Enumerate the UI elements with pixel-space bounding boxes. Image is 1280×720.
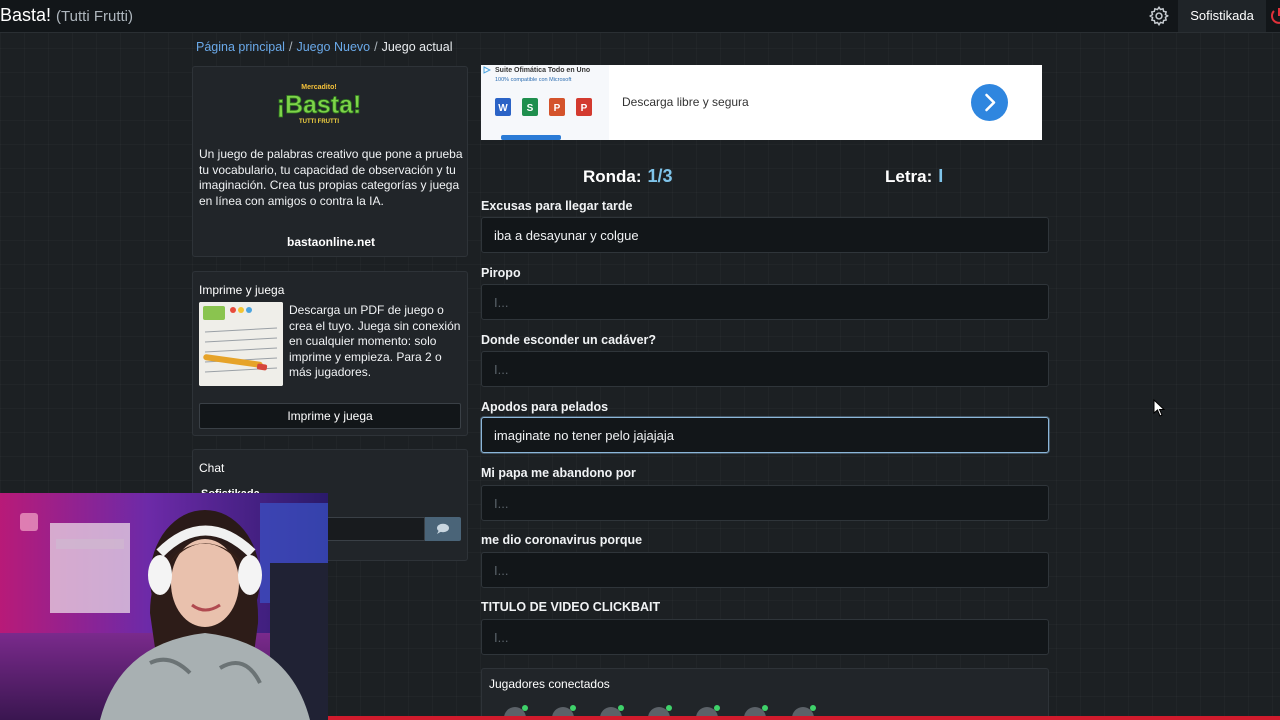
about-card: Mercadito! ¡Basta! TUTTI FRUTTI Un juego… xyxy=(192,66,468,257)
site-name[interactable]: bastaonline.net xyxy=(193,235,469,249)
stream-bottom-bar xyxy=(328,716,1280,720)
category-input-active[interactable] xyxy=(481,417,1049,453)
speech-bubble-icon xyxy=(437,523,449,534)
streamer-webcam-image xyxy=(0,493,328,720)
breadcrumb: Página principal / Juego Nuevo / Juego actua… xyxy=(196,40,452,54)
print-description: Descarga un PDF de juego o crea el tuyo.… xyxy=(289,303,461,380)
round-indicator: Ronda: 1/3 xyxy=(583,166,673,187)
top-navbar: Basta! (Tutti Frutti) Sofistikada xyxy=(0,0,1280,33)
svg-text:S: S xyxy=(527,103,534,114)
online-status-dot xyxy=(522,705,528,711)
category-input[interactable] xyxy=(481,552,1049,588)
letter-indicator: Letra: I xyxy=(885,166,943,187)
about-description: Un juego de palabras creativo que pone a… xyxy=(199,147,463,208)
online-status-dot xyxy=(810,705,816,711)
letter-label: Letra: xyxy=(885,167,933,186)
category-input[interactable] xyxy=(481,619,1049,655)
online-status-dot xyxy=(666,705,672,711)
players-title: Jugadores conectados xyxy=(489,677,610,691)
online-status-dot xyxy=(618,705,624,711)
category-input[interactable] xyxy=(481,217,1049,253)
category-input[interactable] xyxy=(481,284,1049,320)
field-label: Piropo xyxy=(481,266,521,280)
user-menu-button[interactable]: Sofistikada xyxy=(1178,0,1266,32)
category-input[interactable] xyxy=(481,485,1049,521)
svg-text:P: P xyxy=(581,103,588,114)
svg-text:W: W xyxy=(498,103,508,114)
logo-bottom-text: TUTTI FRUTTI xyxy=(299,119,339,125)
field-label: Donde esconder un cadáver? xyxy=(481,333,657,347)
power-icon[interactable] xyxy=(1268,6,1280,26)
ad-text: Descarga libre y segura xyxy=(622,95,749,109)
online-status-dot xyxy=(762,705,768,711)
ad-thumbnail: Suite Ofimática Todo en Uno 100% compati… xyxy=(481,65,609,140)
breadcrumb-home[interactable]: Página principal xyxy=(196,40,285,54)
field-label: TITULO DE VIDEO CLICKBAIT xyxy=(481,600,661,614)
print-card-title: Imprime y juega xyxy=(199,283,285,297)
svg-text:P: P xyxy=(554,103,561,114)
print-thumbnail[interactable] xyxy=(199,302,283,386)
online-status-dot xyxy=(570,705,576,711)
gear-icon[interactable] xyxy=(1148,5,1170,27)
office-apps-icons: W S P P xyxy=(495,98,592,140)
brand-subtitle: (Tutti Frutti) xyxy=(56,8,133,25)
print-and-play-button[interactable]: Imprime y juega xyxy=(199,403,461,429)
breadcrumb-separator: / xyxy=(288,40,293,54)
print-sheet-image xyxy=(199,302,283,386)
field-label: Excusas para llegar tarde xyxy=(481,199,633,213)
round-label: Ronda: xyxy=(583,167,642,186)
players-card: Jugadores conectados xyxy=(481,668,1049,720)
breadcrumb-current: Juego actual xyxy=(381,40,453,54)
print-card: Imprime y juega Descarga un PDF de juego… xyxy=(192,271,468,436)
field-label: me dio coronavirus porque xyxy=(481,533,643,547)
category-input[interactable] xyxy=(481,351,1049,387)
webcam-overlay xyxy=(0,493,328,720)
chevron-right-icon[interactable] xyxy=(971,84,1008,121)
mouse-cursor-icon xyxy=(1153,399,1165,417)
brand-title: Basta! xyxy=(0,5,52,25)
chat-send-button[interactable] xyxy=(425,517,461,541)
basta-logo: Mercadito! ¡Basta! TUTTI FRUTTI xyxy=(276,84,362,125)
ad-banner[interactable]: Suite Ofimática Todo en Uno 100% compati… xyxy=(481,65,1042,140)
breadcrumb-separator: / xyxy=(374,40,378,54)
field-label: Apodos para pelados xyxy=(481,400,609,414)
breadcrumb-new-game[interactable]: Juego Nuevo xyxy=(296,40,370,54)
letter-value: I xyxy=(938,166,944,186)
online-status-dot xyxy=(714,705,720,711)
logo-main-text: ¡Basta! xyxy=(277,91,362,119)
field-label: Mi papa me abandono por xyxy=(481,466,636,480)
chat-title: Chat xyxy=(199,461,225,475)
brand[interactable]: Basta! (Tutti Frutti) xyxy=(0,5,133,26)
logo-top-text: Mercadito! xyxy=(301,84,336,91)
round-value: 1/3 xyxy=(647,166,673,186)
